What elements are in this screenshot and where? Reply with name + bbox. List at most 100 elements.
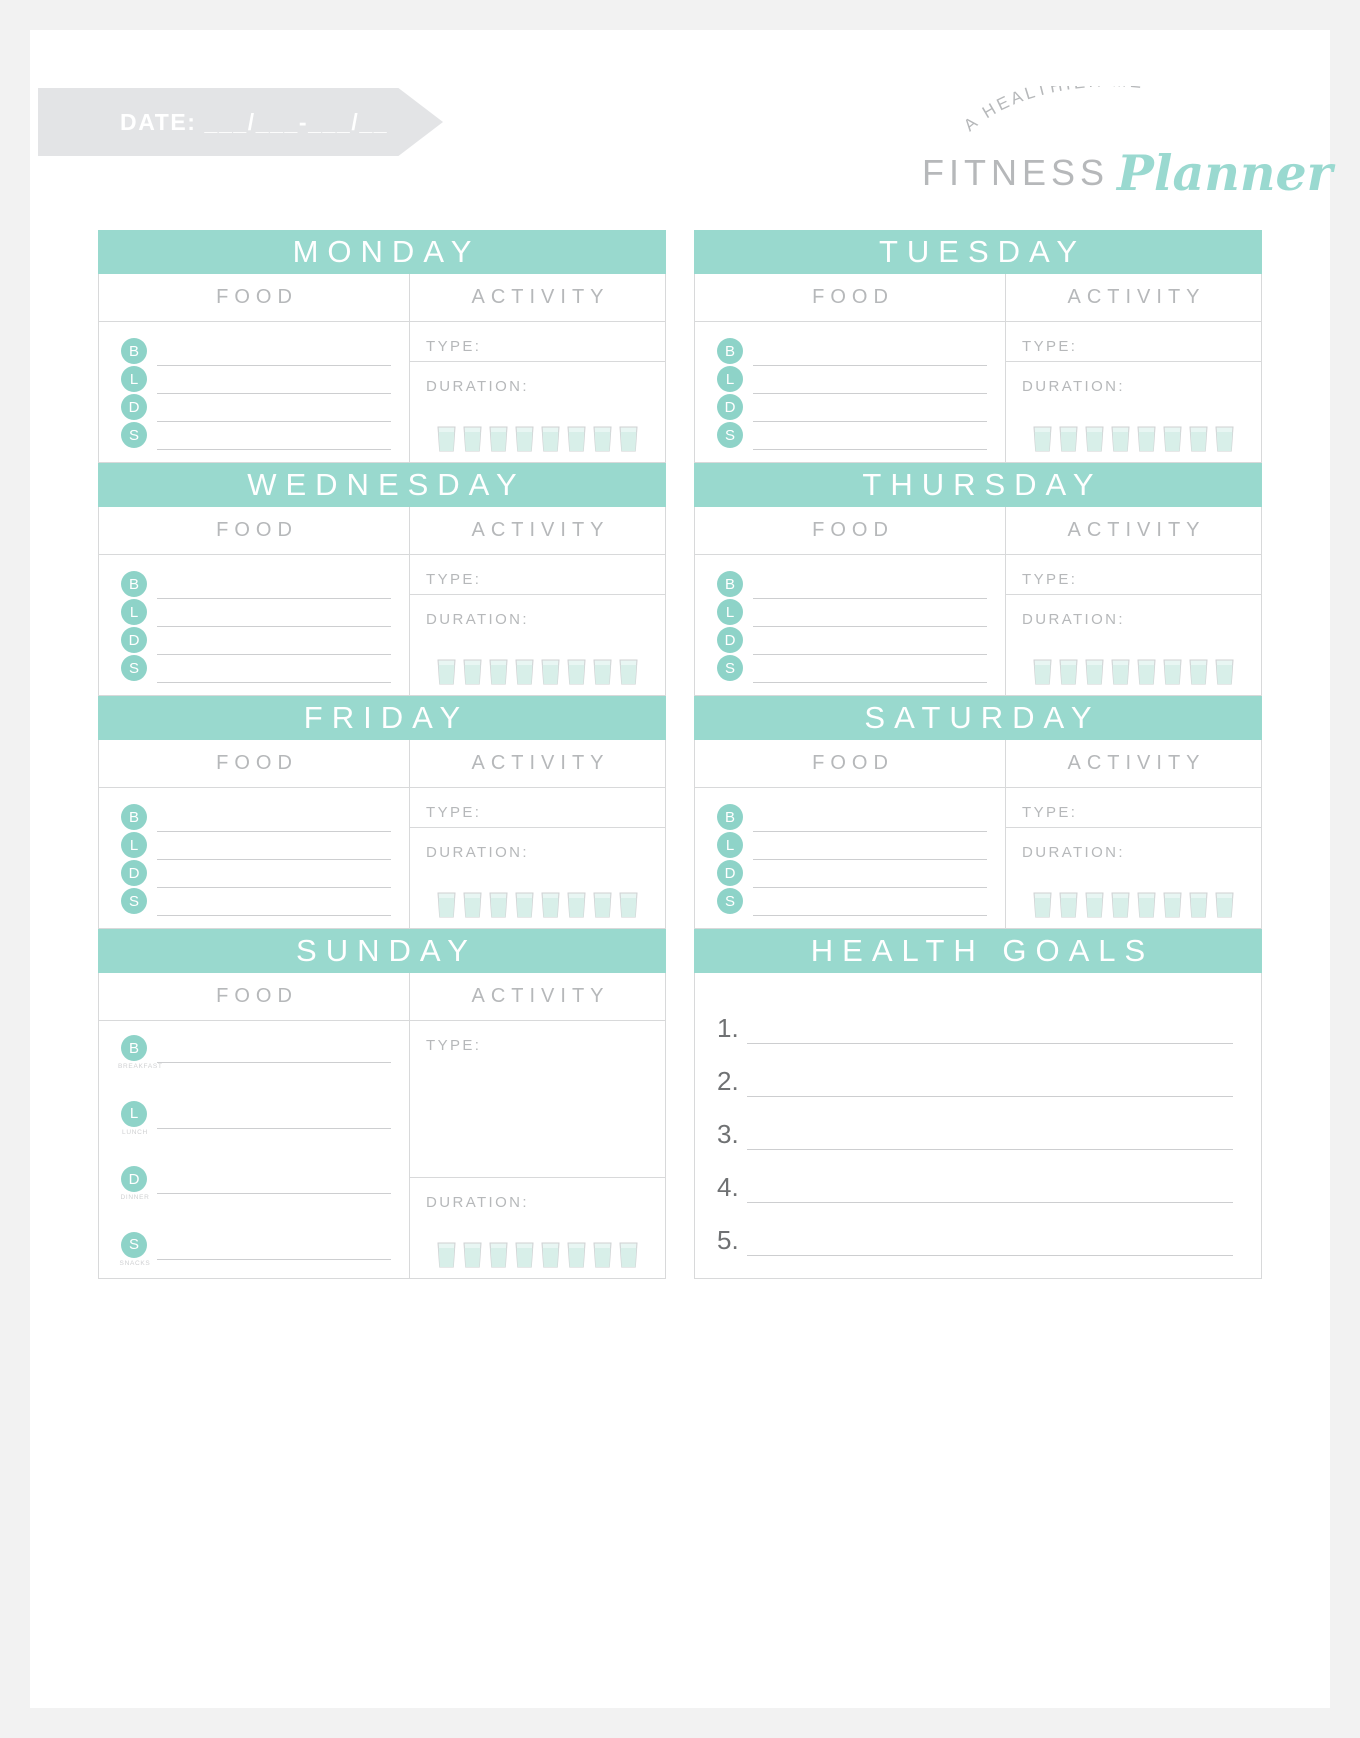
activity-duration-field[interactable]: DURATION:: [1006, 362, 1261, 420]
water-glass-icon[interactable]: [591, 1241, 614, 1269]
food-entry-line[interactable]: [157, 635, 391, 655]
goal-row[interactable]: 4.: [717, 1172, 1233, 1203]
food-row[interactable]: L: [121, 366, 391, 394]
water-glass-icon[interactable]: [461, 425, 484, 453]
goal-row[interactable]: 5.: [717, 1225, 1233, 1256]
food-entry-line[interactable]: [157, 868, 391, 888]
water-glass-icon[interactable]: [513, 1241, 536, 1269]
water-glass-icon[interactable]: [1031, 891, 1054, 919]
water-glass-icon[interactable]: [617, 891, 640, 919]
food-entry-line[interactable]: [157, 374, 391, 394]
food-entry-line[interactable]: [157, 346, 391, 366]
food-entry-line[interactable]: [157, 1043, 391, 1063]
water-glass-icon[interactable]: [591, 658, 614, 686]
activity-duration-field[interactable]: DURATION:: [410, 362, 665, 420]
food-entry-line[interactable]: [157, 812, 391, 832]
food-row[interactable]: L: [121, 832, 391, 860]
water-glass-icon[interactable]: [617, 1241, 640, 1269]
water-glass-icon[interactable]: [1161, 658, 1184, 686]
activity-duration-field[interactable]: DURATION:: [410, 595, 665, 653]
water-glass-icon[interactable]: [539, 658, 562, 686]
food-entry-line[interactable]: [157, 607, 391, 627]
water-glass-icon[interactable]: [487, 1241, 510, 1269]
water-glass-icon[interactable]: [1109, 891, 1132, 919]
water-glass-icon[interactable]: [461, 891, 484, 919]
water-glass-icon[interactable]: [539, 1241, 562, 1269]
water-glass-icon[interactable]: [1083, 891, 1106, 919]
food-entry-line[interactable]: [753, 374, 987, 394]
water-glass-icon[interactable]: [487, 891, 510, 919]
water-glass-icon[interactable]: [1161, 425, 1184, 453]
water-glass-icon[interactable]: [435, 891, 458, 919]
food-row[interactable]: S: [717, 888, 987, 916]
water-glass-icon[interactable]: [1109, 658, 1132, 686]
food-row[interactable]: B: [121, 338, 391, 366]
activity-type-field[interactable]: TYPE:: [410, 555, 665, 595]
water-glass-icon[interactable]: [435, 1241, 458, 1269]
food-entry-line[interactable]: [753, 607, 987, 627]
food-row[interactable]: B: [717, 338, 987, 366]
water-glass-icon[interactable]: [513, 425, 536, 453]
water-glass-icon[interactable]: [513, 658, 536, 686]
goal-entry-line[interactable]: [747, 1075, 1233, 1097]
activity-duration-field[interactable]: DURATION:: [410, 1178, 665, 1236]
water-glass-icon[interactable]: [1083, 658, 1106, 686]
food-entry-line[interactable]: [157, 663, 391, 683]
water-glass-icon[interactable]: [1187, 658, 1210, 686]
water-glass-icon[interactable]: [1213, 891, 1236, 919]
water-glass-icon[interactable]: [565, 425, 588, 453]
food-entry-line[interactable]: [753, 812, 987, 832]
food-entry-line[interactable]: [753, 635, 987, 655]
food-entry-line[interactable]: [753, 430, 987, 450]
food-entry-line[interactable]: [753, 896, 987, 916]
food-row[interactable]: L: [121, 599, 391, 627]
food-entry-line[interactable]: [157, 896, 391, 916]
date-banner[interactable]: DATE: ___/___-___/__: [38, 88, 443, 156]
goal-entry-line[interactable]: [747, 1181, 1233, 1203]
food-row[interactable]: S SNACKS: [120, 1231, 391, 1267]
food-row[interactable]: B: [121, 571, 391, 599]
activity-type-field[interactable]: TYPE:: [410, 322, 665, 362]
food-row[interactable]: B: [717, 571, 987, 599]
water-glass-icon[interactable]: [1187, 425, 1210, 453]
water-glass-icon[interactable]: [565, 658, 588, 686]
goal-entry-line[interactable]: [747, 1022, 1233, 1044]
water-glass-icon[interactable]: [1187, 891, 1210, 919]
food-row[interactable]: B BREAKFAST: [118, 1035, 391, 1070]
food-entry-line[interactable]: [157, 402, 391, 422]
water-glass-icon[interactable]: [617, 658, 640, 686]
water-glass-icon[interactable]: [591, 425, 614, 453]
water-glass-icon[interactable]: [565, 891, 588, 919]
activity-type-field[interactable]: TYPE:: [1006, 322, 1261, 362]
food-row[interactable]: L LUNCH: [121, 1100, 391, 1136]
water-glass-icon[interactable]: [461, 1241, 484, 1269]
water-glass-icon[interactable]: [487, 658, 510, 686]
water-glass-icon[interactable]: [1057, 891, 1080, 919]
food-row[interactable]: D: [121, 627, 391, 655]
food-entry-line[interactable]: [753, 402, 987, 422]
water-glass-icon[interactable]: [513, 891, 536, 919]
food-row[interactable]: S: [717, 655, 987, 683]
food-row[interactable]: D DINNER: [120, 1166, 391, 1201]
water-glass-icon[interactable]: [617, 425, 640, 453]
water-glass-icon[interactable]: [1083, 425, 1106, 453]
food-row[interactable]: B: [717, 804, 987, 832]
goal-entry-line[interactable]: [747, 1234, 1233, 1256]
water-glass-icon[interactable]: [1213, 425, 1236, 453]
food-entry-line[interactable]: [753, 579, 987, 599]
water-glass-icon[interactable]: [1109, 425, 1132, 453]
activity-duration-field[interactable]: DURATION:: [1006, 595, 1261, 653]
water-glass-icon[interactable]: [1031, 658, 1054, 686]
food-entry-line[interactable]: [157, 1240, 391, 1260]
food-row[interactable]: D: [717, 860, 987, 888]
food-entry-line[interactable]: [157, 1174, 391, 1195]
water-glass-icon[interactable]: [1135, 425, 1158, 453]
food-entry-line[interactable]: [753, 840, 987, 860]
water-glass-icon[interactable]: [1031, 425, 1054, 453]
activity-duration-field[interactable]: DURATION:: [1006, 828, 1261, 886]
goal-entry-line[interactable]: [747, 1128, 1233, 1150]
food-row[interactable]: S: [121, 422, 391, 450]
food-row[interactable]: S: [121, 888, 391, 916]
food-row[interactable]: L: [717, 366, 987, 394]
water-glass-icon[interactable]: [1135, 891, 1158, 919]
